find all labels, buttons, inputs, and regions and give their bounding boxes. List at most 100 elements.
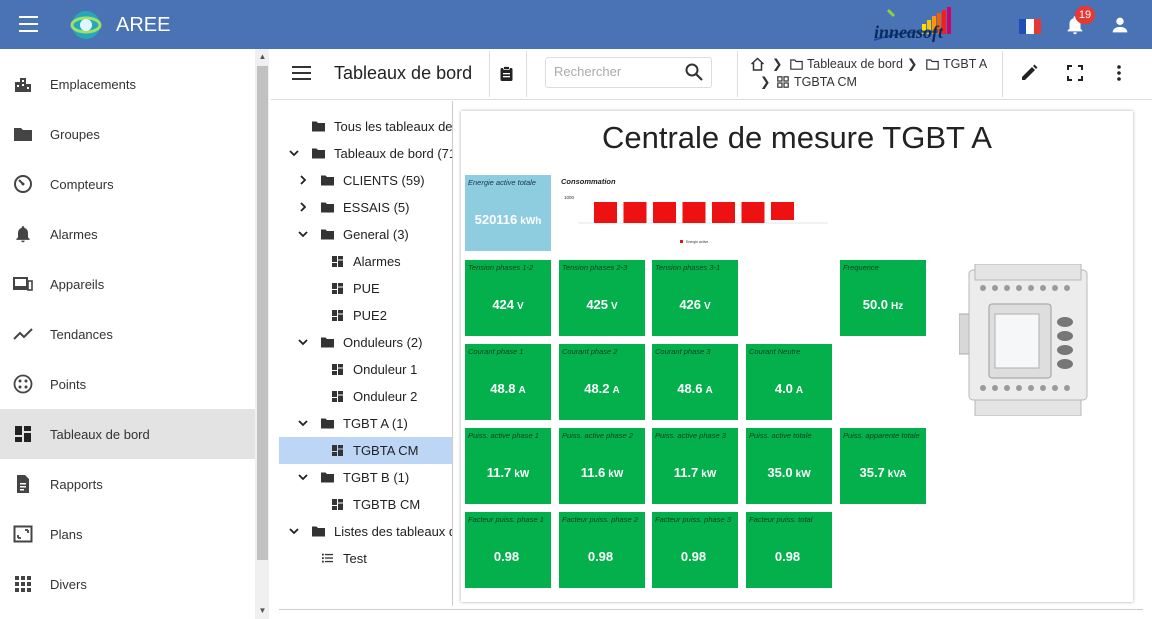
tile-value: 48.8 [490, 381, 516, 396]
tree-item[interactable]: General (3) [279, 221, 452, 248]
tile-label: Facteur puiss. total [749, 515, 813, 524]
kpi-tile: Frequence 50.0 Hz [840, 260, 926, 336]
tree-item[interactable]: PUE [279, 275, 452, 302]
chevron-down-icon[interactable] [297, 471, 309, 483]
tile-value: 35.0 [767, 465, 793, 480]
more-vertical-icon[interactable] [1109, 63, 1129, 83]
sidebar-scrollbar-thumb[interactable] [257, 66, 268, 560]
tile-value-row: 426 V [652, 297, 738, 312]
language-flag-fr[interactable] [1019, 19, 1041, 34]
tile-value-row: 48.8 A [465, 381, 551, 396]
tree-item[interactable]: Onduleurs (2) [279, 329, 452, 356]
sidebar-item-label: Appareils [50, 276, 105, 292]
tile-value-row: 425 V [559, 297, 645, 312]
tree-divider[interactable] [452, 101, 453, 606]
tree-item-label: ESSAIS (5) [343, 200, 410, 215]
tree-item[interactable]: Test [279, 545, 452, 572]
tile-value: 520116 [474, 212, 518, 227]
tile-unit: A [518, 385, 526, 396]
chevron-down-icon[interactable] [288, 147, 300, 159]
chevron-down-icon[interactable] [297, 228, 309, 240]
dashboard-outline-icon [777, 76, 789, 88]
tree-item[interactable]: Onduleur 2 [279, 383, 452, 410]
sidebar-item-divers[interactable]: Divers [0, 559, 255, 609]
tile-value-row: 35.7 kVA [840, 465, 926, 480]
tile-unit: V [704, 301, 711, 312]
chevron-right-icon[interactable] [297, 174, 309, 186]
tree-toggle-menu-icon[interactable] [292, 66, 311, 81]
edit-pencil-icon[interactable] [1019, 63, 1039, 83]
tree-item[interactable]: TGBT A (1) [279, 410, 452, 437]
sidebar-item-appareils[interactable]: Appareils [0, 259, 255, 309]
devices-icon [13, 277, 33, 291]
tree-item[interactable]: PUE2 [279, 302, 452, 329]
tile-label: Puiss. active totale [749, 431, 812, 440]
tile-unit: kVA [887, 469, 907, 480]
sidebar-item-plans[interactable]: Plans [0, 509, 255, 559]
tile-unit: A [795, 385, 804, 396]
search-input[interactable] [554, 64, 674, 79]
tile-label: Facteur puiss. phase 2 [562, 515, 638, 524]
tree-item[interactable]: CLIENTS (59) [279, 167, 452, 194]
kpi-tile: Tension phases 3-1 426 V [652, 260, 738, 336]
fullscreen-icon[interactable] [1065, 63, 1085, 83]
tree-item[interactable]: Alarmes [279, 248, 452, 275]
tile-label: Courant phase 2 [562, 347, 618, 356]
tile-value: 0.98 [774, 549, 801, 564]
chevron-right-icon[interactable] [297, 201, 309, 213]
chart-bar [594, 202, 617, 223]
tile-label: Puiss. active phase 3 [655, 431, 726, 440]
breadcrumb-item[interactable]: Tableaux de bord [807, 57, 903, 71]
sidebar-item-tendances[interactable]: Tendances [0, 309, 255, 359]
chevron-down-icon[interactable] [297, 417, 309, 429]
dashboard-icon [332, 310, 343, 321]
chevron-down-icon[interactable] [288, 525, 300, 537]
sidebar-item-compteurs[interactable]: Compteurs [0, 159, 255, 209]
sidebar-item-points[interactable]: Points [0, 359, 255, 409]
clipboard-icon[interactable] [500, 66, 513, 81]
tree-item-label: Onduleur 1 [353, 362, 418, 377]
sidebar-item-rapports[interactable]: Rapports [0, 459, 255, 509]
apps-icon [15, 576, 31, 592]
tree-item[interactable]: TGBTA CM [279, 437, 452, 464]
tile-unit: A [705, 385, 713, 396]
divider [489, 51, 490, 97]
tree-item-label: CLIENTS (59) [343, 173, 425, 188]
sidebar-item-emplacements[interactable]: Emplacements [0, 59, 255, 109]
tree-item[interactable]: Tableaux de bord (71) [279, 140, 452, 167]
tree-item-label: Alarmes [353, 254, 401, 269]
divider [526, 51, 527, 97]
breadcrumb-item[interactable]: TGBT A [943, 57, 987, 71]
sidebar-item-label: Groupes [50, 126, 100, 142]
tile-label: Courant phase 3 [655, 347, 711, 356]
chevron-down-icon[interactable] [297, 336, 309, 348]
tree-item-label: General (3) [343, 227, 409, 242]
points-icon [13, 374, 33, 394]
sidebar-item-alarmes[interactable]: Alarmes [0, 209, 255, 259]
search-icon[interactable] [684, 62, 704, 82]
plan-icon [13, 525, 33, 543]
kpi-tile: Courant phase 3 48.6 A [652, 344, 738, 420]
tree-item[interactable]: Onduleur 1 [279, 356, 452, 383]
tree-item[interactable]: ESSAIS (5) [279, 194, 452, 221]
chart-y-tick: 1000 [564, 195, 575, 200]
tree-item[interactable]: TGBT B (1) [279, 464, 452, 491]
tree-item[interactable]: Tous les tableaux de bord [279, 113, 452, 140]
sidebar-item-tableaux-de-bord[interactable]: Tableaux de bord [0, 409, 255, 459]
scroll-down-arrow-icon[interactable]: ▼ [257, 606, 268, 615]
sidebar-item-groupes[interactable]: Groupes [0, 109, 255, 159]
user-account-icon[interactable] [1109, 14, 1131, 36]
tile-unit: kW [795, 469, 811, 480]
folder-icon [321, 202, 334, 213]
sidebar-item-label: Plans [50, 526, 83, 542]
home-icon[interactable] [750, 57, 765, 71]
hamburger-menu-icon[interactable] [19, 16, 38, 32]
bell-icon [16, 226, 30, 243]
scroll-up-arrow-icon[interactable]: ▲ [257, 52, 268, 61]
tree-item[interactable]: TGBTB CM [279, 491, 452, 518]
tile-label: Courant Neutre [749, 347, 801, 356]
svg-text:inneasoft: inneasoft [874, 22, 944, 42]
chart-bar [623, 202, 647, 223]
tree-item[interactable]: Listes des tableaux de bord [279, 518, 452, 545]
tree-item-label: Listes des tableaux de bord [334, 524, 452, 539]
